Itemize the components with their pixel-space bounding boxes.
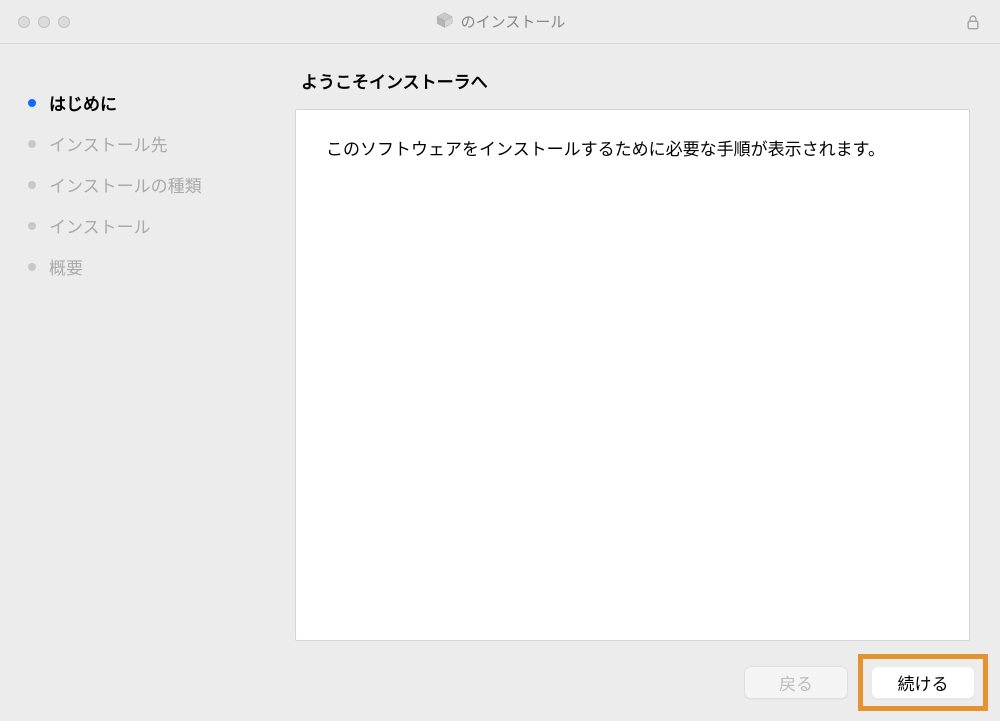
step-bullet-icon <box>28 99 36 107</box>
minimize-window-button[interactable] <box>38 16 50 28</box>
titlebar: のインストール <box>0 0 1000 44</box>
step-destination: インストール先 <box>28 131 273 156</box>
step-label: はじめに <box>49 90 117 115</box>
step-sidebar: はじめに インストール先 インストールの種類 インストール 概要 <box>0 44 295 643</box>
close-window-button[interactable] <box>18 16 30 28</box>
body-panel: このソフトウェアをインストールするために必要な手順が表示されます。 <box>295 109 970 641</box>
step-bullet-icon <box>28 263 36 271</box>
step-label: 概要 <box>49 254 83 279</box>
step-label: インストールの種類 <box>49 172 202 197</box>
back-button: 戻る <box>744 666 848 699</box>
step-introduction: はじめに <box>28 90 273 115</box>
step-installation-type: インストールの種類 <box>28 172 273 197</box>
window-controls <box>18 16 70 28</box>
step-summary: 概要 <box>28 254 273 279</box>
footer: 戻る 続ける <box>0 643 1000 721</box>
back-button-label: 戻る <box>779 670 813 695</box>
continue-button-highlight: 続ける <box>858 654 988 711</box>
main-pane: ようこそインストーラへ このソフトウェアをインストールするために必要な手順が表示… <box>295 44 1000 643</box>
package-icon <box>435 10 455 34</box>
step-list: はじめに インストール先 インストールの種類 インストール 概要 <box>28 90 273 279</box>
zoom-window-button[interactable] <box>58 16 70 28</box>
step-bullet-icon <box>28 140 36 148</box>
body-text: このソフトウェアをインストールするために必要な手順が表示されます。 <box>326 140 885 159</box>
step-installation: インストール <box>28 213 273 238</box>
lock-icon[interactable] <box>964 13 982 31</box>
installer-window: のインストール はじめに インストール先 インスト <box>0 0 1000 721</box>
step-label: インストール <box>49 213 151 238</box>
step-bullet-icon <box>28 181 36 189</box>
continue-button[interactable]: 続ける <box>871 666 975 699</box>
step-bullet-icon <box>28 222 36 230</box>
content-area: はじめに インストール先 インストールの種類 インストール 概要 <box>0 44 1000 643</box>
step-label: インストール先 <box>49 131 168 156</box>
title-area: のインストール <box>435 10 566 34</box>
continue-button-label: 続ける <box>898 670 949 695</box>
page-heading: ようこそインストーラへ <box>301 68 970 93</box>
window-title: のインストール <box>461 11 566 32</box>
